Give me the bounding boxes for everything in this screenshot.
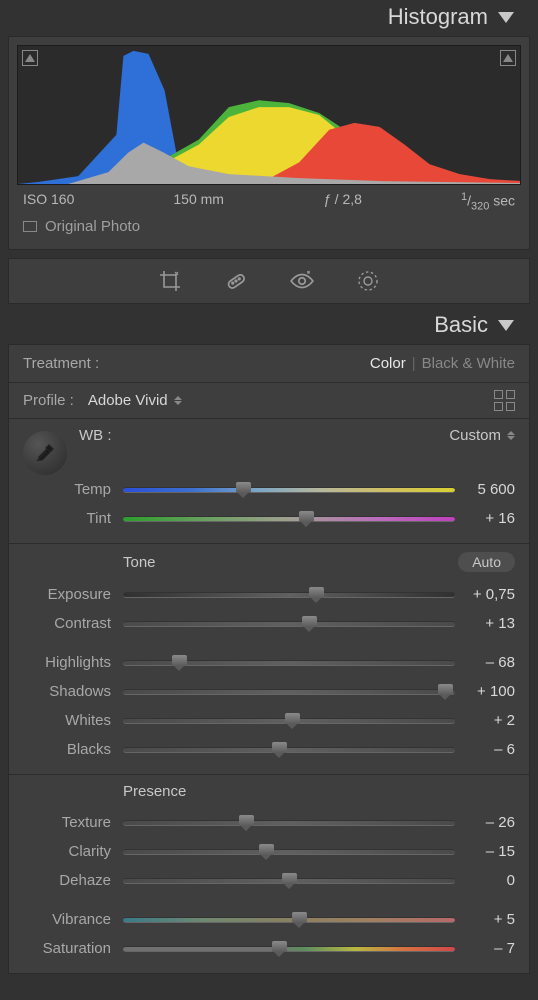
focal-length: 150 mm: [173, 191, 224, 212]
white-balance-picker[interactable]: [23, 431, 67, 475]
original-photo-toggle[interactable]: Original Photo: [17, 214, 521, 241]
highlights-value[interactable]: – 68: [455, 654, 515, 671]
blacks-slider[interactable]: [123, 742, 455, 758]
contrast-slider[interactable]: [123, 616, 455, 632]
tint-slider[interactable]: [123, 511, 455, 527]
clarity-value[interactable]: – 15: [455, 843, 515, 860]
wb-header: WB :: [79, 427, 112, 444]
saturation-value[interactable]: – 7: [455, 940, 515, 957]
clarity-slider[interactable]: [123, 844, 455, 860]
histogram-canvas[interactable]: [17, 45, 521, 185]
whites-slider[interactable]: [123, 713, 455, 729]
texture-value[interactable]: – 26: [455, 814, 515, 831]
shadows-slider[interactable]: [123, 684, 455, 700]
profile-label: Profile :: [23, 392, 74, 409]
basic-header[interactable]: Basic: [0, 308, 538, 344]
contrast-value[interactable]: + 13: [455, 615, 515, 632]
profile-browser-icon[interactable]: [494, 390, 515, 411]
whites-value[interactable]: + 2: [455, 712, 515, 729]
temp-slider[interactable]: [123, 482, 455, 498]
saturation-slider[interactable]: [123, 941, 455, 957]
tint-value[interactable]: + 16: [455, 510, 515, 527]
wb-mode-select[interactable]: Custom: [449, 427, 515, 444]
presence-subsection: Presence Texture– 26 Clarity– 15 Dehaze0…: [9, 775, 529, 973]
profile-select[interactable]: Adobe Vivid: [88, 392, 182, 409]
profile-row: Profile : Adobe Vivid: [9, 383, 529, 419]
aperture: ƒ / 2,8: [323, 191, 362, 212]
checkbox-icon: [23, 221, 37, 232]
collapse-icon[interactable]: [498, 320, 514, 331]
presence-header: Presence: [123, 783, 186, 800]
updown-icon: [174, 396, 182, 405]
tool-strip: [8, 258, 530, 304]
crop-tool-icon[interactable]: [157, 268, 183, 294]
temp-value[interactable]: 5 600: [455, 481, 515, 498]
histogram-header[interactable]: Histogram: [0, 0, 538, 36]
highlights-slider[interactable]: [123, 655, 455, 671]
tone-subsection: Tone Auto Exposure+ 0,75 Contrast+ 13 Hi…: [9, 544, 529, 775]
treatment-bw[interactable]: Black & White: [422, 355, 515, 372]
treatment-color[interactable]: Color: [370, 355, 406, 372]
histogram-title: Histogram: [388, 4, 488, 30]
texture-slider[interactable]: [123, 815, 455, 831]
vibrance-slider[interactable]: [123, 912, 455, 928]
mask-tool-icon[interactable]: [355, 268, 381, 294]
exposure-value[interactable]: + 0,75: [455, 586, 515, 603]
collapse-icon[interactable]: [498, 12, 514, 23]
histogram-meta: ISO 160 150 mm ƒ / 2,8 1/320 sec: [17, 185, 521, 214]
basic-title: Basic: [434, 312, 488, 338]
treatment-label: Treatment :: [23, 355, 133, 372]
temp-slider-row: Temp 5 600: [23, 475, 515, 504]
redeye-tool-icon[interactable]: [289, 268, 315, 294]
treatment-row: Treatment : Color | Black & White: [9, 345, 529, 383]
updown-icon: [507, 431, 515, 440]
histogram-chart: [18, 46, 520, 184]
shutter-speed: 1/320 sec: [461, 191, 515, 212]
auto-tone-button[interactable]: Auto: [458, 552, 515, 572]
vibrance-value[interactable]: + 5: [455, 911, 515, 928]
dehaze-value[interactable]: 0: [455, 872, 515, 889]
basic-panel: Treatment : Color | Black & White Profil…: [8, 344, 530, 974]
tone-header: Tone: [123, 554, 156, 571]
histogram-section: ISO 160 150 mm ƒ / 2,8 1/320 sec Origina…: [8, 36, 530, 250]
shadows-value[interactable]: + 100: [455, 683, 515, 700]
dehaze-slider[interactable]: [123, 873, 455, 889]
heal-tool-icon[interactable]: [223, 268, 249, 294]
exposure-slider[interactable]: [123, 587, 455, 603]
wb-subsection: WB : Custom Temp 5 600 Tint + 16: [9, 419, 529, 544]
iso-value: ISO 160: [23, 191, 74, 212]
blacks-value[interactable]: – 6: [455, 741, 515, 758]
tint-slider-row: Tint + 16: [23, 504, 515, 533]
